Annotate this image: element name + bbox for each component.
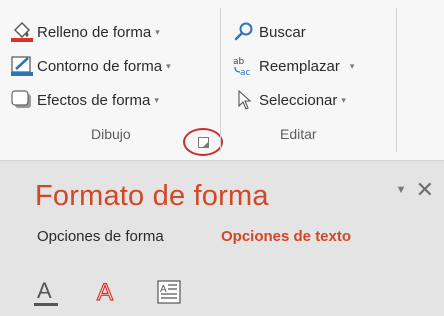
svg-text:A: A — [97, 279, 113, 306]
shape-fill-button[interactable]: Relleno de forma ▾ — [10, 20, 160, 44]
dialog-launcher-highlight — [183, 128, 223, 156]
tab-text-options[interactable]: Opciones de texto — [221, 228, 351, 245]
pane-options-dropdown-icon[interactable]: ▼ — [396, 184, 407, 196]
select-label: Seleccionar — [259, 91, 338, 109]
group-editar: Buscar ab ac Reemplazar ▾ Seleccionar ▾ — [221, 0, 396, 158]
pane-controls: ▼ ✕ — [396, 177, 434, 203]
format-shape-pane: Formato de forma ▼ ✕ Opciones de forma O… — [0, 161, 444, 316]
shape-effects-icon — [10, 89, 34, 111]
shape-fill-label: Relleno de forma — [37, 23, 152, 41]
close-icon[interactable]: ✕ — [416, 177, 434, 203]
shape-outline-button[interactable]: Contorno de forma ▾ — [10, 54, 171, 78]
shape-outline-icon — [10, 55, 34, 77]
tab-shape-options[interactable]: Opciones de forma — [37, 228, 164, 245]
svg-text:ab: ab — [233, 57, 245, 67]
pane-title: Formato de forma — [35, 180, 269, 212]
shape-fill-icon — [10, 21, 34, 43]
search-icon — [232, 21, 256, 43]
ribbon: Relleno de forma ▾ Contorno de forma ▾ E… — [0, 0, 444, 161]
chevron-down-icon[interactable]: ▾ — [350, 61, 355, 72]
find-button[interactable]: Buscar — [232, 20, 306, 44]
group-label-editar: Editar — [280, 126, 317, 142]
select-button[interactable]: Seleccionar ▾ — [232, 88, 346, 112]
replace-icon: ab ac — [232, 55, 256, 78]
dialog-launcher-icon[interactable] — [198, 137, 209, 148]
chevron-down-icon[interactable]: ▾ — [154, 95, 159, 106]
svg-text:A: A — [37, 278, 52, 303]
replace-button[interactable]: ab ac Reemplazar ▾ — [232, 54, 354, 78]
shape-effects-label: Efectos de forma — [37, 91, 151, 109]
svg-text:ac: ac — [240, 68, 251, 77]
text-box-icon[interactable]: A — [155, 278, 185, 308]
replace-label: Reemplazar — [259, 57, 340, 75]
text-options-icon-row: A A A — [31, 278, 211, 310]
text-fill-icon[interactable]: A — [31, 278, 61, 308]
shape-outline-label: Contorno de forma — [37, 57, 163, 75]
group-divider — [396, 8, 397, 152]
shape-effects-button[interactable]: Efectos de forma ▾ — [10, 88, 159, 112]
chevron-down-icon[interactable]: ▾ — [341, 95, 346, 106]
find-label: Buscar — [259, 23, 306, 41]
svg-text:A: A — [160, 284, 167, 295]
chevron-down-icon[interactable]: ▾ — [155, 27, 160, 38]
group-dibujo: Relleno de forma ▾ Contorno de forma ▾ E… — [0, 0, 223, 158]
select-cursor-icon — [232, 89, 256, 111]
text-outline-icon[interactable]: A — [92, 278, 122, 308]
chevron-down-icon[interactable]: ▾ — [166, 61, 171, 72]
group-label-dibujo: Dibujo — [91, 126, 131, 142]
